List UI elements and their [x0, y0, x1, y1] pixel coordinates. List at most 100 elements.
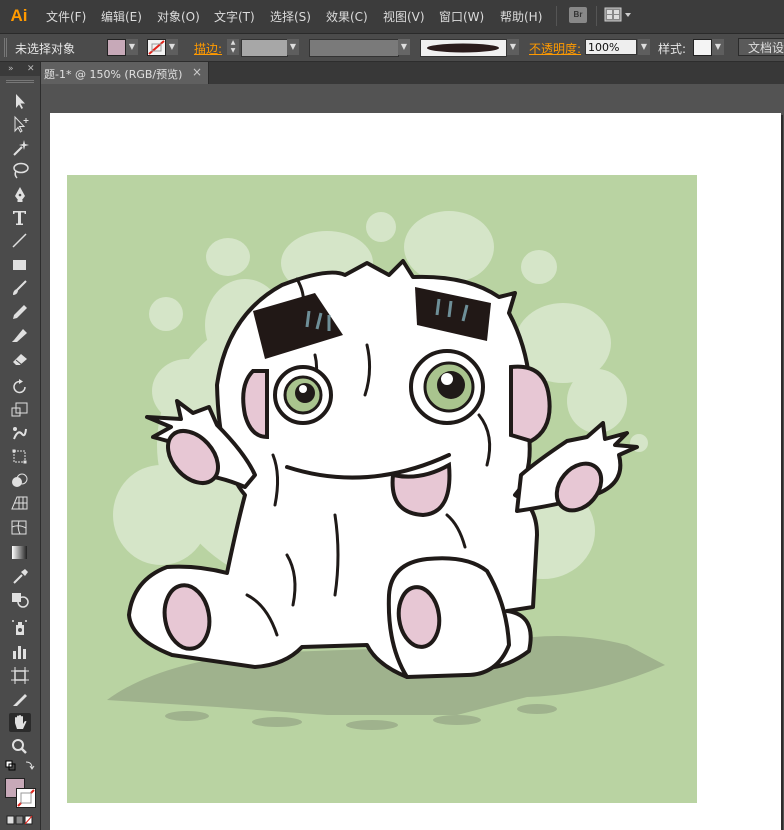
lasso-tool-icon — [13, 162, 29, 179]
document-setup-button[interactable]: 文档设 — [738, 38, 784, 56]
stroke-label[interactable]: 描边: — [194, 40, 222, 57]
brush-definition[interactable] — [420, 39, 507, 57]
stroke-weight-dropdown[interactable]: ▼ — [287, 39, 299, 55]
fill-dropdown[interactable]: ▼ — [126, 39, 138, 55]
monster-illustration[interactable] — [67, 175, 697, 803]
stroke-dropdown[interactable]: ▼ — [166, 39, 178, 55]
shape-builder-tool[interactable] — [9, 471, 31, 490]
hand-tool[interactable] — [9, 713, 31, 732]
eyedropper-tool-icon — [13, 569, 28, 584]
bridge-button[interactable]: Br — [569, 7, 587, 23]
blob-brush-tool[interactable] — [9, 325, 31, 344]
slice-tool[interactable] — [9, 690, 31, 709]
lasso-tool[interactable] — [9, 161, 31, 180]
slice-tool-icon — [13, 694, 27, 706]
warp-tool[interactable] — [9, 424, 31, 443]
pencil-tool-icon — [13, 305, 27, 319]
pen-tool-icon — [15, 187, 25, 202]
pen-tool[interactable] — [9, 185, 31, 204]
menu-type[interactable]: 文字(T) — [214, 8, 255, 25]
column-graph-tool[interactable] — [9, 642, 31, 661]
line-segment-tool[interactable] — [9, 231, 31, 250]
document-tab[interactable]: 题-1* @ 150% (RGB/预览) × — [40, 62, 209, 84]
scale-tool[interactable] — [9, 400, 31, 419]
document-tab-strip: 题-1* @ 150% (RGB/预览) × — [40, 62, 784, 84]
menu-bar: Ai 文件(F) 编辑(E) 对象(O) 文字(T) 选择(S) 效果(C) 视… — [0, 0, 784, 34]
eraser-tool[interactable] — [9, 349, 31, 368]
profile-dropdown[interactable]: ▼ — [398, 39, 410, 55]
artboard-tool-icon — [11, 667, 29, 684]
selection-tool[interactable] — [9, 92, 31, 111]
close-tab-icon[interactable]: × — [192, 65, 202, 79]
variable-width-profile[interactable] — [309, 39, 399, 57]
menu-edit[interactable]: 编辑(E) — [101, 8, 142, 25]
menu-separator — [596, 6, 597, 26]
fill-swatch[interactable] — [107, 39, 126, 56]
menu-file[interactable]: 文件(F) — [46, 8, 86, 25]
paintbrush-tool[interactable] — [9, 278, 31, 297]
blend-tool-icon — [12, 593, 29, 608]
perspective-grid-tool[interactable] — [9, 494, 31, 513]
zoom-tool-icon — [12, 739, 27, 754]
stroke-swatch[interactable] — [147, 39, 166, 56]
direct-selection-tool-icon — [14, 115, 29, 133]
default-colors-icon — [5, 760, 35, 771]
direct-selection-tool[interactable] — [9, 115, 31, 134]
rectangle-tool-icon — [13, 260, 26, 270]
zoom-tool[interactable] — [9, 737, 31, 756]
magic-wand-tool[interactable] — [9, 138, 31, 157]
line-segment-tool-icon — [12, 233, 27, 248]
opacity-input[interactable]: 100% — [585, 39, 637, 55]
opacity-dropdown[interactable]: ▼ — [638, 39, 650, 55]
stroke-color-box[interactable] — [16, 788, 36, 808]
type-tool[interactable] — [9, 208, 31, 227]
shape-builder-tool-icon — [12, 473, 28, 487]
menu-effect[interactable]: 效果(C) — [326, 8, 368, 25]
arrange-documents-icon — [604, 7, 631, 22]
type-tool-icon — [13, 211, 26, 225]
menu-window[interactable]: 窗口(W) — [439, 8, 484, 25]
style-label: 样式: — [658, 42, 687, 56]
hand-tool-icon — [15, 715, 27, 729]
brush-stroke-icon — [427, 43, 499, 53]
eyedropper-tool[interactable] — [9, 567, 31, 586]
tools-panel-header: » ✕ — [0, 62, 40, 76]
collapse-panel-icon[interactable]: » — [8, 62, 14, 76]
brush-dropdown[interactable]: ▼ — [507, 39, 519, 55]
canvas-area[interactable] — [41, 85, 784, 830]
gradient-tool[interactable] — [9, 543, 31, 562]
arrange-documents-button[interactable] — [604, 7, 634, 23]
gradient-tool-icon — [12, 546, 27, 559]
blob-brush-tool-icon — [12, 329, 27, 342]
artboard[interactable] — [50, 113, 781, 830]
symbol-sprayer-tool[interactable] — [9, 618, 31, 637]
blend-tool[interactable] — [9, 590, 31, 609]
grip-icon — [4, 38, 7, 57]
no-stroke-icon — [148, 40, 165, 55]
mesh-tool[interactable] — [9, 518, 31, 537]
menu-object[interactable]: 对象(O) — [157, 8, 200, 25]
app-logo: Ai — [6, 3, 32, 29]
rectangle-tool[interactable] — [9, 255, 31, 274]
fill-stroke-proxy[interactable] — [5, 778, 37, 808]
menu-view[interactable]: 视图(V) — [383, 8, 425, 25]
column-graph-tool-icon — [13, 646, 26, 659]
rotate-tool[interactable] — [9, 377, 31, 396]
color-mode-buttons[interactable] — [6, 814, 36, 826]
menu-select[interactable]: 选择(S) — [270, 8, 311, 25]
free-transform-tool-icon — [12, 449, 27, 464]
default-fill-stroke[interactable] — [5, 760, 35, 774]
artboard-tool[interactable] — [9, 666, 31, 685]
stroke-weight-stepper[interactable]: ▲ ▼ — [227, 39, 239, 55]
scale-tool-icon — [11, 402, 28, 417]
menu-separator — [556, 6, 557, 26]
free-transform-tool[interactable] — [9, 447, 31, 466]
opacity-label[interactable]: 不透明度: — [529, 40, 581, 57]
close-panel-icon[interactable]: ✕ — [27, 62, 35, 76]
paintbrush-tool-icon — [13, 280, 27, 295]
menu-help[interactable]: 帮助(H) — [500, 8, 542, 25]
pencil-tool[interactable] — [9, 302, 31, 321]
style-dropdown[interactable]: ▼ — [712, 39, 724, 55]
graphic-style-swatch[interactable] — [693, 39, 712, 56]
stroke-weight-input[interactable] — [241, 39, 288, 57]
